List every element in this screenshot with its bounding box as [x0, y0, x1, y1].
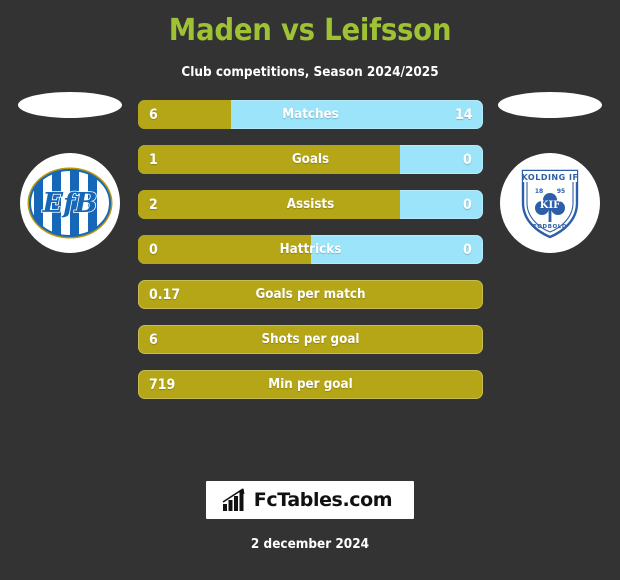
stat-row: 719 Min per goal [138, 370, 483, 399]
kolding-if-crest-icon: KOLDING IF 18 95 KIF FODBOLD [507, 167, 593, 239]
home-team-crest[interactable]: EfB EfB [20, 153, 120, 253]
svg-text:18: 18 [535, 188, 543, 195]
svg-text:KIF: KIF [540, 200, 560, 211]
crest-glare-right [498, 92, 602, 118]
footer: FcTables.com 2 december 2024 [0, 481, 620, 580]
stat-value-away: 0 [463, 151, 472, 168]
esbjerg-fb-crest-icon: EfB [27, 167, 113, 239]
header: Maden vs Leifsson Club competitions, Sea… [0, 0, 620, 82]
stat-label: Shots per goal [261, 332, 360, 347]
stat-bar-home-fill [138, 235, 311, 264]
stat-value-home: 2 [149, 196, 158, 213]
bar-chart-growth-icon [222, 488, 245, 511]
brand-text: FcTables.com [253, 489, 393, 511]
stat-row: 1 Goals 0 [138, 145, 483, 174]
stat-value-home: 0 [149, 241, 158, 258]
page-subtitle: Club competitions, Season 2024/2025 [181, 65, 439, 80]
stat-value-away: 14 [454, 106, 472, 123]
stat-label: Min per goal [268, 377, 353, 392]
crest-glare-left [18, 92, 122, 118]
stat-value-home: 0.17 [149, 286, 181, 303]
footer-date: 2 december 2024 [250, 537, 370, 552]
stat-row: 0 Hattricks 0 [138, 235, 483, 264]
svg-text:KOLDING IF: KOLDING IF [522, 173, 579, 182]
stat-label: Goals per match [255, 287, 366, 302]
stat-bar-home-fill [138, 145, 401, 174]
stat-row: 0.17 Goals per match [138, 280, 483, 309]
stat-row: 6 Shots per goal [138, 325, 483, 354]
stat-bar-home-fill [138, 190, 401, 219]
stat-value-away: 0 [463, 241, 472, 258]
stat-bars-list: 6 Matches 14 1 Goals 0 2 Assists 0 0 Hattricks 0 0.1… [138, 100, 483, 415]
stat-row: 6 Matches 14 [138, 100, 483, 129]
stat-value-home: 719 [149, 376, 176, 393]
stat-value-home: 6 [149, 106, 158, 123]
stat-row: 2 Assists 0 [138, 190, 483, 219]
away-team-crest[interactable]: KOLDING IF 18 95 KIF FODBOLD Kolding IF [500, 153, 600, 253]
brand-logo[interactable]: FcTables.com [205, 481, 415, 519]
stat-value-home: 1 [149, 151, 158, 168]
stat-value-away: 0 [463, 196, 472, 213]
svg-text:FODBOLD: FODBOLD [533, 224, 567, 230]
comparison-region: EfB EfB KOLDING IF 18 95 KIF FODBOLD Kol… [0, 92, 620, 410]
page-title: Maden vs Leifsson [168, 13, 452, 48]
svg-text:95: 95 [557, 188, 565, 195]
svg-text:EfB: EfB [41, 188, 97, 219]
stat-value-home: 6 [149, 331, 158, 348]
